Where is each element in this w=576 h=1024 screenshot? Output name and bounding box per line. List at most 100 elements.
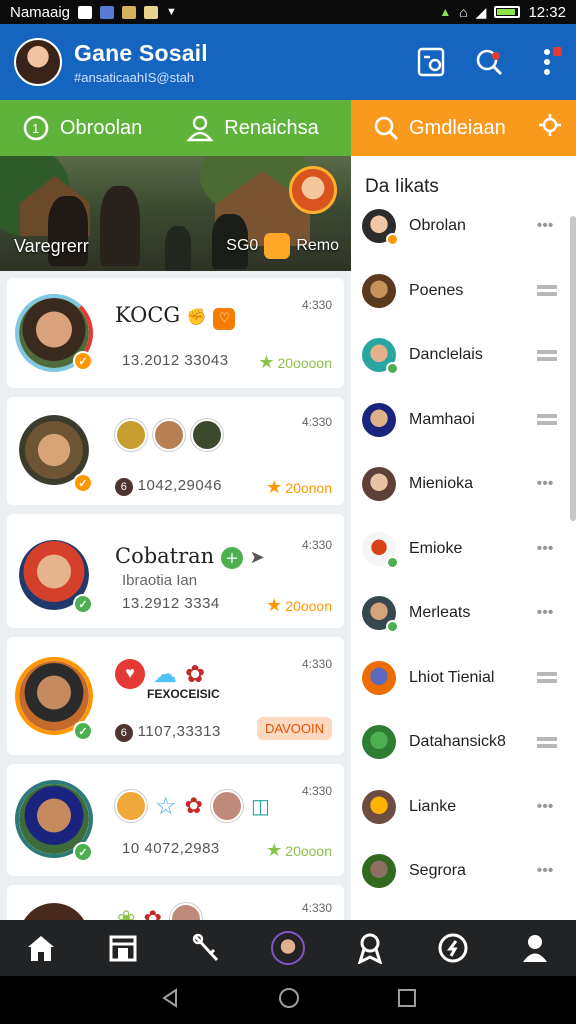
contact-name: Mamhaoi — [409, 410, 475, 428]
user-icon — [522, 935, 547, 962]
share-icon[interactable]: ➤ — [250, 547, 265, 568]
more-icon[interactable]: ••• — [533, 862, 557, 880]
back-button[interactable] — [159, 987, 181, 1014]
recents-button[interactable] — [397, 988, 417, 1013]
more-icon[interactable]: ••• — [533, 604, 557, 622]
reorder-icon[interactable] — [537, 672, 557, 683]
player-subtitle — [122, 336, 272, 348]
reward-badge[interactable]: ★ 20oooon — [258, 352, 332, 373]
contact-avatar — [362, 789, 396, 824]
reward-badge[interactable]: ★ 20ooon — [266, 595, 332, 616]
back-icon — [161, 987, 177, 1008]
reward-badge[interactable]: DAVOOIN — [257, 717, 332, 740]
tab-label: Renaichsa — [224, 116, 319, 139]
nav-store[interactable] — [103, 928, 143, 968]
player-avatar[interactable] — [15, 899, 93, 920]
star-icon: ★ — [266, 477, 283, 497]
reward-value: 20ooon — [285, 597, 332, 614]
player-subtitle: Ibraotia Ian — [122, 572, 198, 589]
player-name: Cobatran + ➤ — [115, 544, 265, 569]
search-button[interactable] — [474, 47, 504, 77]
nav-account[interactable] — [515, 928, 555, 968]
tab-search[interactable]: Gmdleiaan — [351, 115, 506, 141]
nav-profile[interactable] — [268, 928, 308, 968]
settings-icon — [78, 5, 93, 19]
reorder-icon[interactable] — [537, 285, 557, 296]
more-icon[interactable]: ••• — [533, 475, 557, 493]
feed-card[interactable]: ✓ ♥ ☁ ✿ FEXOCEISIC 4:330 6 1107,33313 DA… — [7, 637, 344, 755]
contact-item[interactable]: Mienioka ••• — [351, 452, 571, 516]
friend-avatar[interactable] — [191, 419, 223, 451]
contact-item[interactable]: Segrora ••• — [351, 839, 571, 903]
more-icon[interactable]: ••• — [533, 217, 557, 235]
clock: 12:32 — [528, 3, 566, 21]
banner-player-avatar[interactable] — [289, 166, 337, 214]
reward-badge[interactable]: ★ 20ooon — [266, 840, 332, 861]
contact-item[interactable]: Merleats ••• — [351, 581, 571, 645]
reward-badge[interactable]: ★ 20onon — [266, 477, 332, 498]
app-icon — [100, 5, 115, 19]
more-menu-button[interactable] — [532, 47, 562, 77]
online-status-icon — [386, 362, 399, 375]
home-button[interactable] — [278, 987, 300, 1014]
player-stats: 13.2912 3334 — [122, 595, 220, 612]
contact-name: Obrolan — [409, 217, 466, 234]
contact-name: Mienioka — [409, 475, 474, 492]
friend-avatar[interactable] — [210, 790, 243, 822]
add-icon: + — [220, 547, 243, 569]
star-icon: ★ — [266, 840, 283, 860]
user-avatar[interactable] — [14, 38, 62, 86]
contact-item[interactable]: Danclelais — [351, 323, 571, 387]
contact-name: Lianke — [409, 797, 457, 815]
contact-item[interactable]: Obrolan ••• — [351, 194, 571, 258]
contact-item[interactable]: Mamhaoi — [351, 388, 571, 452]
reward-value: 20ooon — [285, 842, 332, 859]
tab-chat[interactable]: 1 Obroolan — [0, 114, 142, 142]
reorder-icon[interactable] — [537, 349, 557, 361]
contact-item[interactable]: Lhiot Tienial — [351, 646, 571, 710]
contacts-panel: Da Iikats Obrolan ••• Poenes Danclelais Mamh… — [351, 156, 576, 920]
feed-card[interactable]: ✓ ☆ ✿ ◫ 4:330 10 4072,2983 ★ 20ooon — [7, 764, 344, 876]
contact-item[interactable]: Emioke ••• — [351, 517, 571, 581]
contact-name: Poenes — [409, 281, 464, 299]
tab-people[interactable]: Renaichsa — [142, 114, 319, 142]
banner-art — [165, 226, 191, 271]
contact-name: Merleats — [409, 604, 471, 621]
nav-explore[interactable] — [433, 928, 473, 968]
reorder-icon[interactable] — [537, 736, 557, 748]
feed-card[interactable]: ✓ Cobatran + ➤ Ibraotia Ian 4:330 13.291… — [7, 514, 344, 628]
friend-avatar[interactable] — [153, 419, 185, 451]
system-nav-bar — [0, 976, 576, 1024]
banner-art — [100, 186, 140, 266]
star-icon: ★ — [266, 595, 283, 615]
feed-card[interactable]: ✓ 4:330 6 1042,29046 ★ 20onon — [7, 397, 344, 505]
more-icon[interactable]: ••• — [533, 540, 557, 558]
player-stats: 13.2012 33043 — [122, 352, 229, 369]
post-time: 4:330 — [301, 901, 332, 915]
more-icon[interactable]: ••• — [533, 798, 557, 816]
reorder-icon[interactable] — [537, 414, 557, 425]
app-title: Gane Sosail — [74, 39, 208, 66]
flower-icon: ✿ — [143, 906, 162, 920]
contact-name: Emioke — [409, 539, 463, 557]
settings-button[interactable] — [538, 113, 562, 143]
friend-avatar[interactable] — [115, 790, 147, 822]
contact-item[interactable]: Poenes — [351, 259, 571, 323]
feed-card[interactable]: ✓ KOCG ✊ ♡ 4:330 13.2012 33043 ★ 20oooon — [7, 278, 344, 388]
friend-avatar[interactable] — [115, 419, 147, 451]
battery-icon — [494, 6, 521, 18]
feed-card[interactable]: ❀ ✿ 4:330 — [7, 885, 344, 920]
nav-award[interactable] — [350, 928, 390, 968]
kebab-icon — [544, 49, 550, 75]
notes-button[interactable] — [416, 47, 446, 77]
nav-tools[interactable] — [186, 928, 226, 968]
game-banner[interactable]: Varegrerr SG0 Remo — [0, 156, 351, 271]
people-icon — [186, 115, 214, 142]
nav-home[interactable] — [21, 928, 61, 968]
banner-label: Remo — [296, 237, 339, 254]
banner-score: SG0 — [226, 237, 259, 254]
contact-item[interactable]: Lianke ••• — [351, 775, 571, 839]
friend-avatar[interactable] — [169, 903, 202, 920]
star-outline-icon: ☆ — [155, 792, 177, 820]
contact-item[interactable]: Datahansick8 — [351, 710, 571, 774]
